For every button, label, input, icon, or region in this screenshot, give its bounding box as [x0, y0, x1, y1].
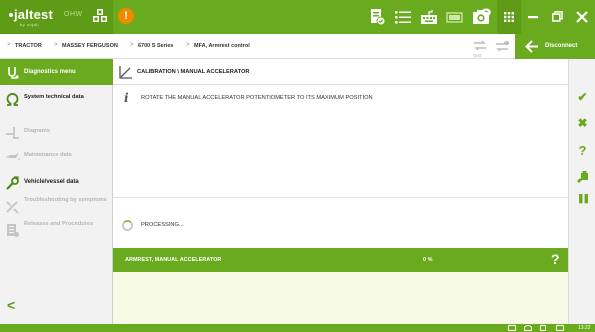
breadcrumb-separator: >: [7, 42, 11, 48]
sidebar-item-label: Maintenance data: [24, 152, 72, 158]
clock: 13:22: [578, 325, 591, 331]
sidebar-item-label: Troubleshooting by symptoms: [24, 197, 107, 203]
sidebar-header-diagnostics-menu[interactable]: Diagnostics menu: [0, 59, 113, 85]
close-window-button[interactable]: [570, 0, 594, 34]
help-icon[interactable]: ?: [477, 7, 495, 26]
breadcrumb-item-vehicle-type[interactable]: TRACTOR: [15, 43, 42, 49]
sidebar: Diagnostics menu System technical data D…: [0, 59, 113, 324]
search-icon: [540, 325, 546, 331]
parameter-value: 0 %: [423, 257, 433, 263]
breadcrumb-item-model[interactable]: 6700 S Series: [138, 43, 173, 49]
close-icon: [576, 11, 588, 23]
cancel-button[interactable]: ✖: [569, 116, 595, 138]
oil-can-icon: [6, 153, 20, 160]
page-title: CALIBRATION \ MANUAL ACCELERATOR: [137, 69, 250, 75]
alert-icon[interactable]: !: [118, 8, 134, 24]
apps-grid-icon: [504, 12, 514, 22]
battery-icon[interactable]: [446, 8, 464, 26]
parameter-row[interactable]: ARMREST, MANUAL ACCELERATOR 0 % ?: [113, 248, 568, 272]
breadcrumb-separator: >: [130, 42, 134, 48]
parameter-help-icon[interactable]: ?: [551, 251, 560, 267]
breadcrumb-item-system[interactable]: MFA, Armrest control: [194, 43, 250, 49]
sidebar-item-label: Diagrams: [24, 128, 50, 134]
brand-area: jaltest by cojali OHW: [0, 0, 113, 34]
arrow-left-icon: [525, 40, 538, 53]
help-button[interactable]: ?: [569, 143, 595, 165]
sidebar-item-diagrams: Diagrams: [0, 117, 113, 147]
help-icon: ?: [578, 143, 587, 158]
cancel-icon: ✖: [577, 116, 588, 130]
wifi-icon: [524, 325, 532, 331]
processing-panel: PROCESSING...: [113, 198, 568, 248]
keyboard-icon[interactable]: [420, 8, 438, 26]
main-content: CALIBRATION \ MANUAL ACCELERATOR i ROTAT…: [113, 59, 568, 324]
diagram-icon: [6, 127, 19, 139]
restore-icon: [552, 11, 563, 22]
chart-area: [113, 272, 568, 324]
pause-icon: ❚❚: [576, 193, 590, 203]
parameter-label: ARMREST, MANUAL ACCELERATOR: [125, 257, 222, 263]
info-icon: i: [124, 91, 129, 105]
top-bar: jaltest by cojali OHW ! ?: [0, 0, 595, 34]
cubes-icon[interactable]: [92, 8, 108, 24]
sidebar-item-system-technical-data[interactable]: System technical data: [0, 87, 113, 117]
document-icon: [7, 224, 19, 237]
swap-icon[interactable]: [494, 39, 510, 55]
sidebar-item-label: Vehicle/vessel data: [24, 179, 79, 185]
minimize-icon: [528, 16, 538, 19]
status-bar: 13:22: [0, 324, 595, 332]
instruction-panel: i ROTATE THE MANUAL ACCELERATOR POTENTIO…: [113, 85, 568, 198]
instruction-text: ROTATE THE MANUAL ACCELERATOR POTENTIOME…: [141, 95, 373, 101]
apps-grid-button[interactable]: [497, 0, 521, 34]
sidebar-item-label: Releases and Procedures: [24, 221, 94, 227]
calibration-icon: [119, 66, 132, 79]
product-label: OHW: [64, 11, 83, 18]
restore-button[interactable]: [545, 0, 569, 34]
minimize-button[interactable]: [521, 0, 545, 34]
page-title-row: CALIBRATION \ MANUAL ACCELERATOR: [113, 59, 568, 85]
report-icon[interactable]: [368, 8, 386, 26]
pause-button[interactable]: ❚❚: [569, 193, 595, 215]
breadcrumb-item-brand[interactable]: MASSEY FERGUSON: [62, 43, 118, 49]
processing-text: PROCESSING...: [141, 222, 184, 228]
accept-icon: ✔: [577, 90, 588, 104]
spinner-icon: [122, 220, 133, 231]
disconnect-label: Disconnect: [545, 43, 578, 49]
sidebar-item-label: System technical data: [24, 94, 84, 100]
screen-icon: [508, 325, 516, 331]
vci-icon: [556, 325, 564, 331]
tools-icon: [577, 171, 588, 183]
test-label: TEST: [473, 54, 482, 58]
tools-icon: [6, 201, 19, 214]
jaltest-logo: jaltest: [9, 7, 53, 22]
breadcrumb-separator: >: [186, 42, 190, 48]
logo-subtitle: by cojali: [20, 22, 39, 27]
list-icon[interactable]: [394, 8, 412, 26]
disconnect-button[interactable]: Disconnect: [515, 34, 595, 59]
diagnostics-menu-icon: [8, 67, 19, 79]
back-chevron-icon[interactable]: <: [7, 297, 15, 313]
sidebar-header-label: Diagnostics menu: [24, 69, 76, 75]
wrench-icon: [6, 176, 19, 190]
omega-icon: [6, 93, 19, 106]
breadcrumb-separator: >: [54, 42, 58, 48]
test-icon[interactable]: [472, 39, 488, 55]
tools-button[interactable]: [569, 167, 595, 189]
breadcrumb: > TRACTOR > MASSEY FERGUSON > 6700 S Ser…: [0, 34, 595, 59]
accept-button[interactable]: ✔: [569, 90, 595, 112]
sidebar-item-releases: Releases and Procedures: [0, 219, 113, 249]
action-bar: ✔ ✖ ? ❚❚: [568, 59, 595, 324]
